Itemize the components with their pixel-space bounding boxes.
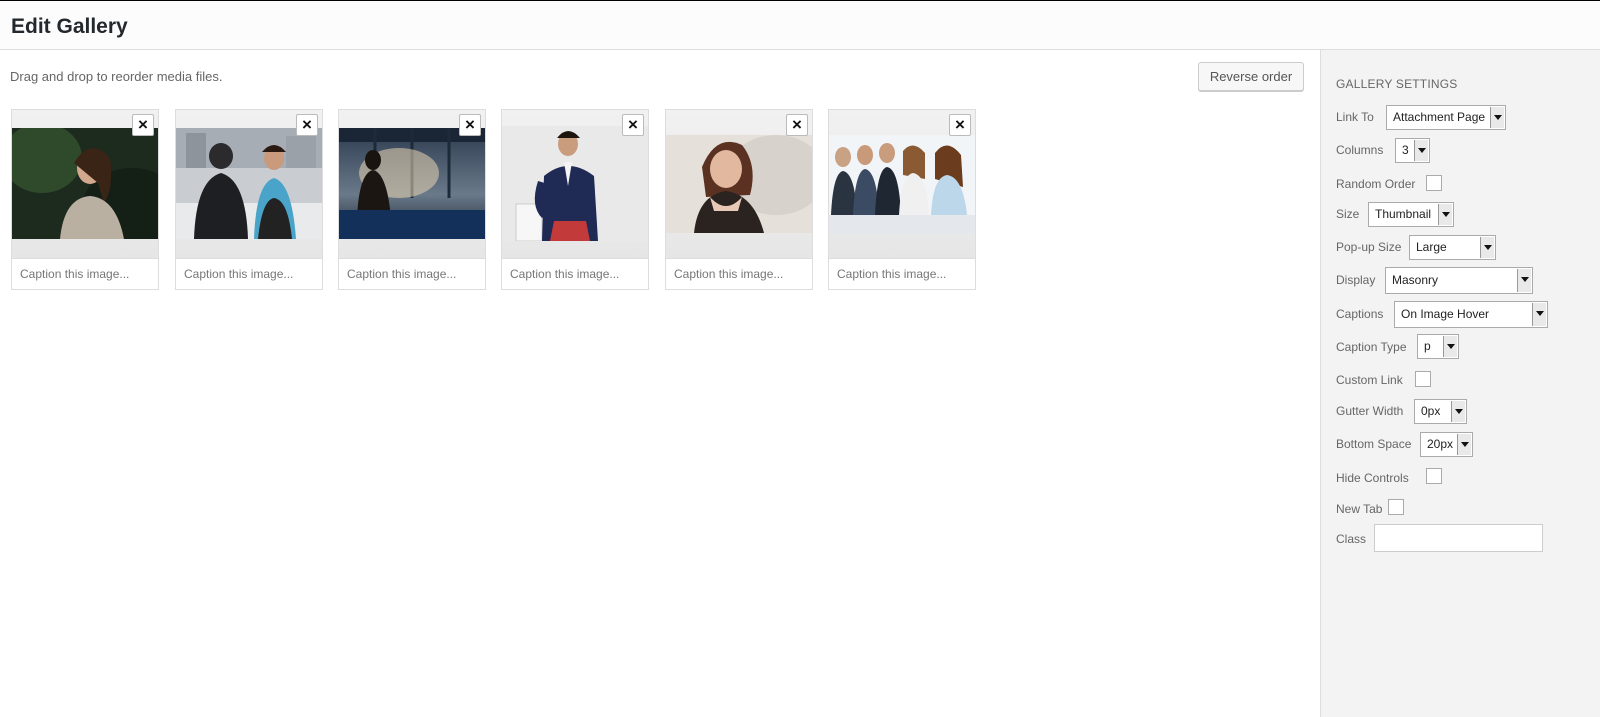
select-value: 0px	[1421, 404, 1441, 418]
custom-link-checkbox[interactable]	[1415, 371, 1431, 387]
select-value: Large	[1416, 240, 1447, 254]
setting-random-order: Random Order	[1336, 175, 1586, 195]
class-input[interactable]	[1374, 524, 1543, 552]
setting-label: Caption Type	[1336, 340, 1407, 354]
page-title: Edit Gallery	[11, 15, 128, 38]
chevron-down-icon	[1443, 336, 1457, 357]
select-value: On Image Hover	[1401, 307, 1490, 321]
setting-hide-controls: Hide Controls	[1336, 468, 1586, 488]
reorder-instructions: Drag and drop to reorder media files.	[10, 69, 223, 84]
remove-icon[interactable]: ×	[786, 114, 808, 136]
hide-controls-checkbox[interactable]	[1426, 468, 1442, 484]
caption-input-4[interactable]: Caption this image...	[502, 258, 648, 289]
caption-input-5[interactable]: Caption this image...	[666, 258, 812, 289]
select-value: 3	[1402, 143, 1409, 157]
chevron-down-icon	[1451, 401, 1465, 422]
setting-label: Pop-up Size	[1336, 240, 1402, 254]
thumbnail-frame: ×	[12, 110, 158, 258]
gutter-width-select[interactable]: 0px	[1414, 399, 1467, 424]
gallery-thumbnail-6[interactable]	[829, 135, 975, 234]
caption-input-3[interactable]: Caption this image...	[339, 258, 485, 289]
setting-label: Gutter Width	[1336, 404, 1404, 418]
captions-select[interactable]: On Image Hover	[1394, 301, 1548, 328]
caption-input-6[interactable]: Caption this image...	[829, 258, 975, 289]
setting-label: Link To	[1336, 110, 1374, 124]
select-value: Attachment Page	[1393, 110, 1486, 124]
setting-label: Random Order	[1336, 177, 1416, 191]
new-tab-checkbox[interactable]	[1388, 499, 1404, 515]
remove-icon[interactable]: ×	[949, 114, 971, 136]
gallery-main: Drag and drop to reorder media files. Re…	[0, 50, 1320, 717]
gallery-thumbnail-1[interactable]	[12, 128, 158, 239]
setting-captions: Captions On Image Hover	[1336, 301, 1586, 328]
display-select[interactable]: Masonry	[1385, 267, 1533, 294]
modal-header: Edit Gallery	[0, 1, 1600, 50]
setting-label: Custom Link	[1336, 373, 1403, 387]
gallery-item-6[interactable]: × Caption this image...	[828, 109, 976, 290]
gallery-thumbnail-3[interactable]	[339, 128, 485, 239]
select-value: p	[1424, 339, 1431, 353]
setting-label: New Tab	[1336, 502, 1383, 516]
setting-class: Class	[1336, 524, 1586, 554]
setting-bottom-space: Bottom Space 20px	[1336, 432, 1586, 458]
setting-size: Size Thumbnail	[1336, 202, 1586, 228]
gallery-thumbnail-2[interactable]	[176, 128, 322, 239]
setting-link-to: Link To Attachment Page	[1336, 105, 1586, 131]
link-to-select[interactable]: Attachment Page	[1386, 105, 1506, 130]
caption-type-select[interactable]: p	[1417, 334, 1459, 359]
thumbnail-frame: ×	[502, 110, 648, 258]
gallery-item-3[interactable]: × Caption this image...	[338, 109, 486, 290]
thumbnail-frame: ×	[829, 110, 975, 258]
setting-caption-type: Caption Type p	[1336, 334, 1586, 360]
remove-icon[interactable]: ×	[296, 114, 318, 136]
chevron-down-icon	[1438, 204, 1452, 225]
gallery-thumbnail-4[interactable]	[502, 126, 648, 241]
chevron-down-icon	[1517, 269, 1531, 292]
chevron-down-icon	[1490, 107, 1504, 128]
setting-custom-link: Custom Link	[1336, 370, 1586, 390]
setting-label: Bottom Space	[1336, 437, 1412, 451]
remove-icon[interactable]: ×	[459, 114, 481, 136]
thumbnail-frame: ×	[339, 110, 485, 258]
thumbnail-frame: ×	[176, 110, 322, 258]
select-value: 20px	[1427, 437, 1454, 451]
thumbnail-frame: ×	[666, 110, 812, 258]
gallery-item-5[interactable]: × Caption this image...	[665, 109, 813, 290]
setting-display: Display Masonry	[1336, 267, 1586, 294]
setting-label: Columns	[1336, 143, 1384, 157]
setting-label: Hide Controls	[1336, 471, 1409, 485]
columns-select[interactable]: 3	[1395, 138, 1430, 163]
remove-icon[interactable]: ×	[622, 114, 644, 136]
popup-size-select[interactable]: Large	[1409, 235, 1496, 260]
setting-popup-size: Pop-up Size Large	[1336, 235, 1586, 261]
setting-label: Captions	[1336, 307, 1384, 321]
setting-label: Size	[1336, 207, 1360, 221]
setting-label: Display	[1336, 273, 1376, 287]
caption-input-1[interactable]: Caption this image...	[12, 258, 158, 289]
setting-gutter-width: Gutter Width 0px	[1336, 399, 1586, 425]
chevron-down-icon	[1457, 434, 1471, 455]
chevron-down-icon	[1532, 303, 1546, 326]
select-value: Masonry	[1392, 273, 1439, 287]
random-order-checkbox[interactable]	[1426, 175, 1442, 191]
chevron-down-icon	[1414, 140, 1428, 161]
gallery-thumbnail-5[interactable]	[666, 135, 812, 233]
chevron-down-icon	[1480, 237, 1494, 258]
bottom-space-select[interactable]: 20px	[1420, 432, 1473, 457]
reverse-order-button[interactable]: Reverse order	[1198, 62, 1304, 91]
setting-label: Class	[1336, 532, 1367, 546]
caption-input-2[interactable]: Caption this image...	[176, 258, 322, 289]
size-select[interactable]: Thumbnail	[1368, 202, 1454, 227]
setting-new-tab: New Tab	[1336, 499, 1586, 519]
remove-icon[interactable]: ×	[132, 114, 154, 136]
gallery-item-2[interactable]: × Caption this image...	[175, 109, 323, 290]
setting-columns: Columns 3	[1336, 138, 1586, 164]
gallery-settings-heading: GALLERY SETTINGS	[1336, 77, 1458, 91]
gallery-item-1[interactable]: × Caption this image...	[11, 109, 159, 290]
gallery-settings-sidebar: GALLERY SETTINGS Link To Attachment Page…	[1320, 50, 1600, 717]
gallery-item-4[interactable]: × Caption this image...	[501, 109, 649, 290]
select-value: Thumbnail	[1375, 207, 1432, 221]
